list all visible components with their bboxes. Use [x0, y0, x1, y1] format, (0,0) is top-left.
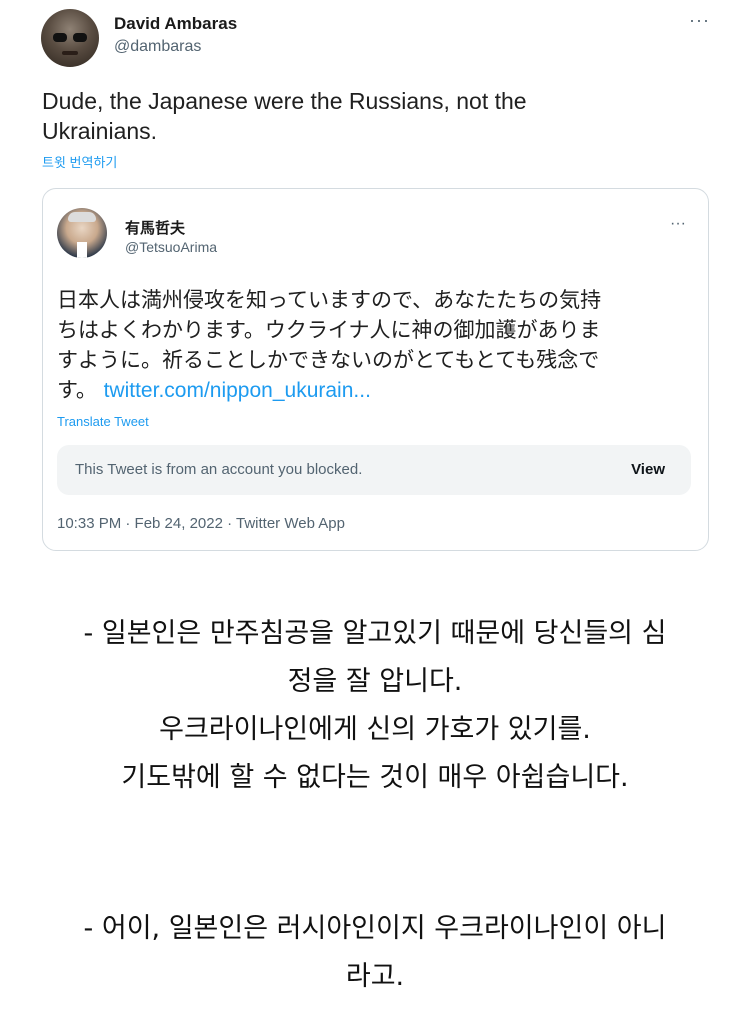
quoted-tweet[interactable]: 有馬哲夫 @TetsuoArima ··· 日本人は満州侵攻を知っていますので、… — [42, 188, 709, 551]
quoted-author-avatar[interactable] — [57, 208, 107, 258]
quoted-more-options-icon[interactable]: ··· — [670, 215, 686, 233]
quoted-tweet-link[interactable]: twitter.com/nippon_ukurain... — [104, 379, 371, 402]
author-handle[interactable]: @dambaras — [114, 38, 201, 56]
quoted-author-handle[interactable]: @TetsuoArima — [125, 239, 217, 255]
more-options-icon[interactable]: ··· — [689, 10, 710, 31]
author-avatar[interactable] — [41, 9, 99, 67]
quoted-author-name[interactable]: 有馬哲夫 — [125, 217, 185, 238]
blocked-message: This Tweet is from an account you blocke… — [75, 461, 363, 478]
blocked-tweet-notice: This Tweet is from an account you blocke… — [57, 445, 691, 495]
translate-tweet-link[interactable]: 트윗 번역하기 — [42, 152, 117, 171]
author-name[interactable]: David Ambaras — [114, 14, 237, 34]
sunglasses-graphic — [53, 33, 87, 42]
translation-caption-1: - 일본인은 만주침공을 알고있기 때문에 당신들의 심 정을 잘 압니다. 우… — [83, 618, 667, 793]
tweet-card: David Ambaras @dambaras ··· Dude, the Ja… — [0, 0, 750, 570]
translation-caption-2: - 어이, 일본인은 러시아인이지 우크라이나인이 아니 라고. — [83, 913, 667, 992]
view-button[interactable]: View — [631, 461, 665, 478]
tweet-text: Dude, the Japanese were the Russians, no… — [42, 88, 527, 144]
tweet-timestamp[interactable]: 10:33 PM · Feb 24, 2022 · Twitter Web Ap… — [57, 515, 345, 532]
translate-tweet-link[interactable]: Translate Tweet — [57, 414, 149, 429]
quoted-tweet-text: 日本人は満州侵攻を知っていますので、あなたたちの気持 ちはよくわかります。ウクラ… — [57, 288, 602, 402]
